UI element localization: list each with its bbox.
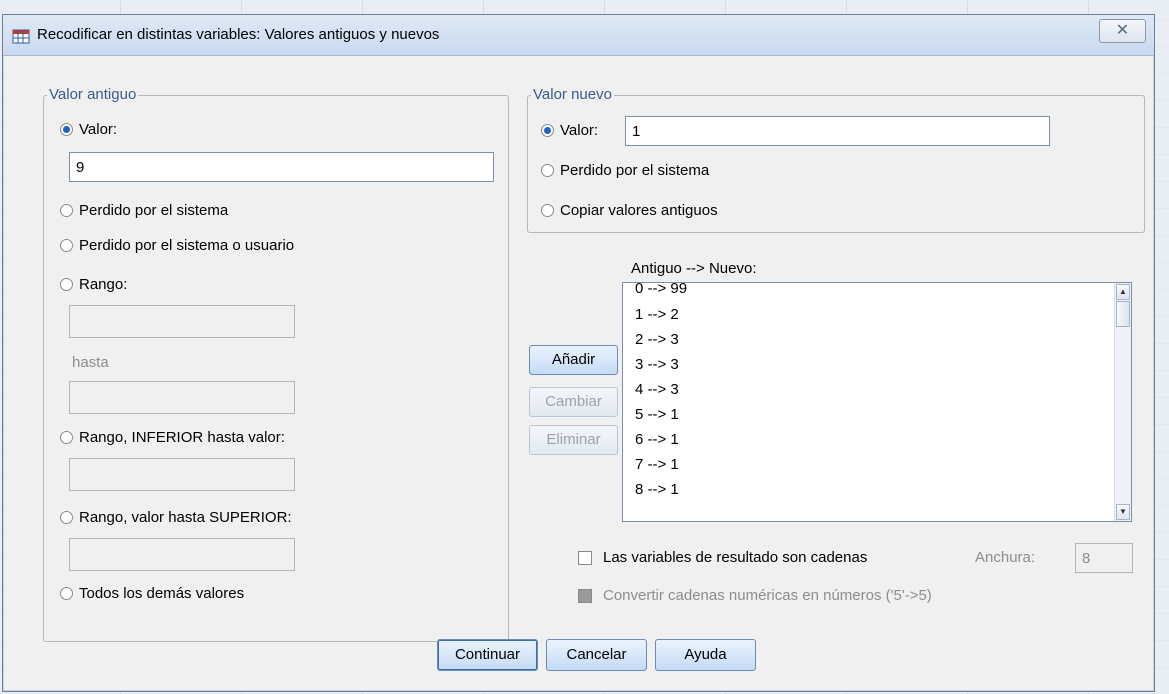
old-all-other-label: Todos los demás valores bbox=[79, 585, 245, 602]
close-button[interactable]: ✕ bbox=[1099, 19, 1146, 43]
close-icon: ✕ bbox=[1115, 22, 1130, 39]
width-value: 8 bbox=[1082, 549, 1091, 567]
list-item[interactable]: 1 --> 2 bbox=[635, 306, 679, 323]
old-range-highest-label: Rango, valor hasta SUPERIOR: bbox=[79, 509, 292, 526]
new-system-missing-radio[interactable]: Perdido por el sistema bbox=[541, 162, 709, 179]
radio-button[interactable] bbox=[60, 204, 73, 217]
output-strings-checkbox[interactable] bbox=[578, 551, 592, 565]
list-item[interactable]: 4 --> 3 bbox=[635, 381, 679, 398]
old-value-input[interactable]: 9 bbox=[69, 152, 494, 182]
recode-dialog: Recodificar en distintas variables: Valo… bbox=[2, 14, 1155, 692]
scroll-up-icon[interactable]: ▲ bbox=[1116, 284, 1130, 300]
range-from-input[interactable] bbox=[69, 305, 295, 338]
radio-button[interactable] bbox=[541, 164, 554, 177]
radio-button[interactable] bbox=[60, 511, 73, 524]
radio-button[interactable] bbox=[60, 239, 73, 252]
width-input[interactable]: 8 bbox=[1075, 543, 1133, 573]
old-all-other-radio[interactable]: Todos los demás valores bbox=[60, 585, 244, 602]
old-system-missing-radio[interactable]: Perdido por el sistema bbox=[60, 202, 228, 219]
old-value-legend: Valor antiguo bbox=[47, 86, 139, 103]
cancel-button[interactable]: Cancelar bbox=[546, 639, 647, 671]
scroll-down-icon[interactable]: ▼ bbox=[1116, 504, 1130, 520]
radio-button[interactable] bbox=[541, 204, 554, 217]
old-range-highest-radio[interactable]: Rango, valor hasta SUPERIOR: bbox=[60, 509, 292, 526]
remove-button[interactable]: Eliminar bbox=[529, 425, 618, 455]
list-scrollbar[interactable]: ▲ ▼ bbox=[1114, 283, 1131, 521]
scroll-thumb[interactable] bbox=[1116, 301, 1130, 327]
list-item[interactable]: 2 --> 3 bbox=[635, 331, 679, 348]
convert-checkbox[interactable] bbox=[578, 589, 592, 603]
list-item[interactable]: 8 --> 1 bbox=[635, 481, 679, 498]
range-lowest-input[interactable] bbox=[69, 458, 295, 491]
old-value-text: 9 bbox=[76, 158, 85, 176]
old-system-missing-label: Perdido por el sistema bbox=[79, 202, 229, 219]
radio-button[interactable] bbox=[60, 431, 73, 444]
list-item[interactable]: 0 --> 99 bbox=[635, 283, 687, 297]
mapping-list[interactable]: 0 --> 99 1 --> 2 2 --> 3 3 --> 3 4 --> 3… bbox=[622, 282, 1132, 522]
new-value-text: 1 bbox=[632, 122, 641, 140]
range-to-input[interactable] bbox=[69, 381, 295, 414]
radio-button[interactable] bbox=[60, 278, 73, 291]
range-highest-input[interactable] bbox=[69, 538, 295, 571]
list-item[interactable]: 5 --> 1 bbox=[635, 406, 679, 423]
new-value-input[interactable]: 1 bbox=[625, 116, 1050, 146]
old-system-user-missing-label: Perdido por el sistema o usuario bbox=[79, 237, 295, 254]
new-copy-old-radio[interactable]: Copiar valores antiguos bbox=[541, 202, 718, 219]
old-range-lowest-radio[interactable]: Rango, INFERIOR hasta valor: bbox=[60, 429, 285, 446]
old-valor-radio[interactable]: Valor: bbox=[60, 121, 117, 138]
help-button[interactable]: Ayuda bbox=[655, 639, 756, 671]
list-item[interactable]: 6 --> 1 bbox=[635, 431, 679, 448]
mapping-header: Antiguo --> Nuevo: bbox=[631, 260, 757, 277]
new-copy-old-label: Copiar valores antiguos bbox=[560, 202, 718, 219]
new-system-missing-label: Perdido por el sistema bbox=[560, 162, 710, 179]
window-title: Recodificar en distintas variables: Valo… bbox=[37, 26, 440, 43]
old-range-radio[interactable]: Rango: bbox=[60, 276, 127, 293]
title-bar: Recodificar en distintas variables: Valo… bbox=[3, 15, 1154, 56]
convert-label: Convertir cadenas numéricas en números (… bbox=[603, 587, 932, 604]
old-valor-label: Valor: bbox=[79, 121, 118, 138]
through-label: hasta bbox=[72, 354, 109, 371]
spss-table-icon bbox=[12, 29, 30, 44]
radio-button[interactable] bbox=[60, 123, 73, 136]
radio-button[interactable] bbox=[60, 587, 73, 600]
old-system-user-missing-radio[interactable]: Perdido por el sistema o usuario bbox=[60, 237, 294, 254]
new-valor-radio[interactable]: Valor: bbox=[541, 122, 598, 139]
list-item[interactable]: 3 --> 3 bbox=[635, 356, 679, 373]
output-strings-label: Las variables de resultado son cadenas bbox=[603, 549, 868, 566]
add-button[interactable]: Añadir bbox=[529, 345, 618, 375]
change-button[interactable]: Cambiar bbox=[529, 387, 618, 417]
old-range-lowest-label: Rango, INFERIOR hasta valor: bbox=[79, 429, 285, 446]
width-label: Anchura: bbox=[975, 549, 1036, 566]
new-valor-label: Valor: bbox=[560, 122, 599, 139]
radio-button[interactable] bbox=[541, 124, 554, 137]
continue-button[interactable]: Continuar bbox=[437, 639, 538, 671]
list-item[interactable]: 7 --> 1 bbox=[635, 456, 679, 473]
old-range-label: Rango: bbox=[79, 276, 128, 293]
new-value-legend: Valor nuevo bbox=[531, 86, 614, 103]
